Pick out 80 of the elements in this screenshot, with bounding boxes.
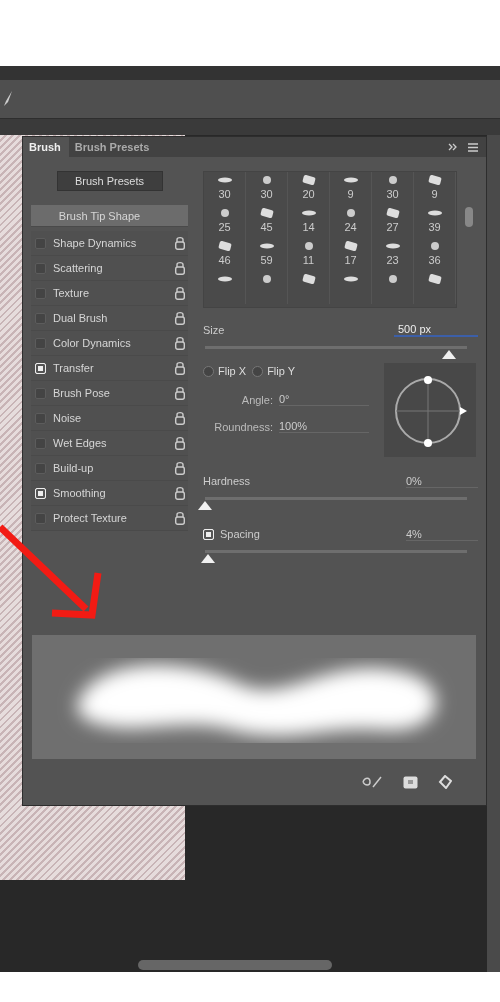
option-checkbox[interactable] (35, 462, 46, 474)
brush-tip-size: 30 (260, 188, 273, 201)
brush-tip-size: 59 (260, 254, 273, 267)
brush-presets-button[interactable]: Brush Presets (56, 171, 163, 191)
hardness-label: Hardness (203, 475, 251, 487)
brush-tip-size: 30 (386, 188, 399, 201)
brush-option[interactable]: Transfer (53, 362, 175, 374)
scrollbar-thumb[interactable] (465, 207, 473, 227)
brush-tip-size: 46 (218, 254, 231, 267)
option-checkbox[interactable] (35, 337, 46, 349)
brush-tip-size: 27 (386, 221, 399, 234)
lock-icon[interactable] (175, 361, 185, 375)
spacing-label: Spacing (220, 528, 260, 540)
angle-roundness-dial[interactable] (384, 363, 476, 457)
hardness-field[interactable]: 0% (406, 474, 478, 488)
brush-tip-size: 23 (386, 254, 399, 267)
option-checkbox[interactable] (35, 262, 46, 274)
option-checkbox[interactable] (35, 237, 46, 249)
horizontal-scrollbar-thumb[interactable] (138, 960, 332, 970)
brush-tip-size: 14 (302, 221, 315, 234)
brush-tip-size: 24 (344, 221, 357, 234)
option-checkbox[interactable] (35, 412, 46, 424)
brush-option[interactable]: Wet Edges (53, 437, 175, 449)
brush-tip-size: 11 (302, 254, 315, 267)
brush-tip-size: 9 (347, 188, 354, 201)
panel-tab[interactable]: Brush Presets (68, 137, 158, 157)
option-checkbox[interactable] (35, 287, 46, 299)
lock-icon[interactable] (175, 411, 185, 425)
lock-icon[interactable] (175, 336, 185, 350)
brush-option[interactable]: Color Dynamics (53, 337, 175, 349)
brush-tip-size: 17 (344, 254, 357, 267)
flip-checkbox[interactable] (203, 365, 214, 377)
roundness-label: Roundness: (213, 420, 273, 433)
brush-option[interactable]: Texture (53, 287, 175, 299)
flip-checkbox[interactable] (252, 365, 264, 377)
collapse-icon[interactable] (448, 143, 458, 151)
brush-option[interactable]: Protect Texture (53, 512, 175, 524)
size-label: Size (203, 324, 225, 336)
brush-option[interactable]: Scattering (53, 262, 175, 274)
lock-icon[interactable] (175, 436, 185, 450)
lock-icon[interactable] (175, 386, 185, 400)
option-checkbox[interactable] (35, 512, 46, 524)
brush-option[interactable]: Brush Tip Shape (31, 205, 188, 227)
lock-icon[interactable] (175, 511, 185, 525)
flip-label: Flip X (218, 365, 247, 377)
brush-tip-size: 39 (428, 221, 441, 234)
brush-option[interactable]: Brush Pose (53, 387, 175, 399)
brush-option[interactable]: Build-up (53, 462, 175, 474)
brush-option[interactable]: Dual Brush (53, 312, 175, 324)
brush-tip-size: 9 (431, 188, 438, 201)
brush-option[interactable]: Noise (53, 412, 175, 424)
grid-icon[interactable] (403, 775, 418, 789)
brush-option[interactable]: Smoothing (53, 487, 175, 499)
spacing-checkbox[interactable] (203, 528, 214, 540)
angle-label: Angle: (240, 393, 273, 406)
slider-thumb[interactable] (198, 501, 212, 510)
brush-tip-size: 36 (428, 254, 441, 267)
brush-tip-size: 25 (218, 221, 231, 234)
menu-icon[interactable] (468, 142, 478, 152)
option-checkbox[interactable] (35, 437, 46, 449)
brush-tip-size: 20 (302, 188, 315, 201)
lock-icon[interactable] (175, 261, 185, 275)
panel-tab[interactable]: Brush (23, 137, 69, 157)
option-checkbox[interactable] (35, 312, 46, 324)
brush-tip-size: 45 (260, 221, 273, 234)
lock-icon[interactable] (175, 286, 185, 300)
angle-field[interactable]: 0° (279, 393, 369, 406)
lock-icon[interactable] (175, 461, 185, 475)
size-field[interactable]: 500 px (394, 323, 478, 337)
slider-thumb[interactable] (200, 554, 215, 563)
lock-icon[interactable] (175, 486, 185, 500)
brush-tip-size: 30 (218, 188, 231, 201)
roundness-field[interactable]: 100% (279, 420, 369, 433)
brush-icon[interactable] (2, 90, 14, 108)
lock-icon[interactable] (175, 311, 185, 325)
lock-icon[interactable] (175, 236, 185, 250)
flip-label: Flip Y (267, 365, 296, 377)
option-checkbox[interactable] (35, 387, 46, 399)
brush-option[interactable]: Shape Dynamics (53, 237, 175, 249)
spacing-field[interactable]: 4% (406, 527, 478, 541)
